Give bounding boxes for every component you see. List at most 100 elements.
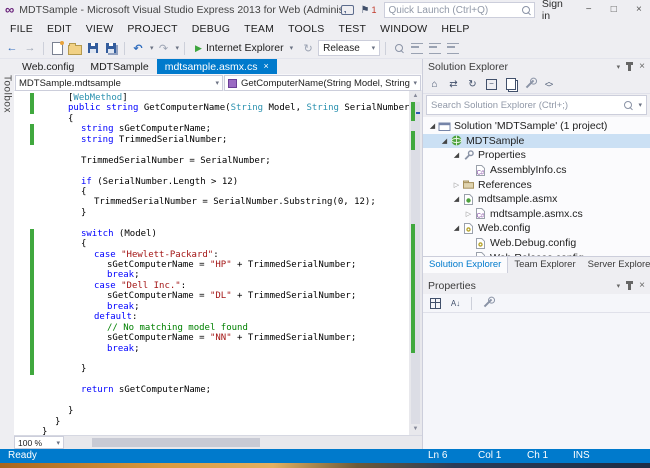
tree-item[interactable]: MDTSample bbox=[423, 134, 650, 149]
expander-icon[interactable] bbox=[439, 137, 450, 145]
code-line[interactable]: sGetComputerName = "HP" + TrimmedSerialN… bbox=[14, 260, 409, 270]
code-line[interactable] bbox=[14, 145, 409, 155]
code-line[interactable]: } bbox=[14, 406, 409, 416]
code-line[interactable]: string TrimmedSerialNumber; bbox=[14, 135, 409, 145]
menu-item-test[interactable]: TEST bbox=[331, 21, 373, 37]
property-pages-icon[interactable] bbox=[480, 296, 495, 311]
find-icon[interactable] bbox=[391, 40, 407, 56]
sync-icon[interactable]: ⇄ bbox=[446, 77, 461, 92]
menu-item-view[interactable]: VIEW bbox=[79, 21, 121, 37]
code-line[interactable]: switch (Model) bbox=[14, 229, 409, 239]
redo-dropdown-icon[interactable]: ▾ bbox=[176, 44, 180, 52]
tree-item[interactable]: Web.config bbox=[423, 221, 650, 236]
menu-item-team[interactable]: TEAM bbox=[237, 21, 281, 37]
code-lines[interactable]: [WebMethod]public string GetComputerName… bbox=[14, 91, 409, 435]
editor-vertical-scrollbar[interactable]: ▲ ▼ bbox=[409, 91, 422, 435]
tree-item[interactable]: mdtsample.asmx bbox=[423, 192, 650, 207]
run-target-dropdown-icon[interactable]: ▾ bbox=[290, 44, 294, 52]
close-tab-icon[interactable]: × bbox=[263, 62, 268, 71]
collapse-all-icon[interactable]: − bbox=[484, 77, 499, 92]
code-line[interactable]: { bbox=[14, 239, 409, 249]
save-all-icon[interactable] bbox=[103, 40, 119, 56]
undo-dropdown-icon[interactable]: ▾ bbox=[150, 44, 154, 52]
code-line[interactable] bbox=[14, 218, 409, 228]
editor-horizontal-scrollbar[interactable] bbox=[64, 436, 422, 449]
solution-explorer-search[interactable]: ▾ bbox=[426, 95, 647, 115]
code-line[interactable]: } bbox=[14, 417, 409, 427]
new-file-icon[interactable] bbox=[49, 40, 65, 56]
feedback-icon[interactable] bbox=[341, 5, 354, 15]
close-button[interactable]: × bbox=[630, 0, 648, 20]
scrollbar-track[interactable] bbox=[409, 102, 422, 424]
categorized-icon[interactable] bbox=[428, 296, 443, 311]
indent-icon[interactable] bbox=[445, 40, 461, 56]
code-line[interactable]: TrimmedSerialNumber = SerialNumber; bbox=[14, 156, 409, 166]
code-line[interactable]: break; bbox=[14, 302, 409, 312]
tree-item[interactable]: C#AssemblyInfo.cs bbox=[423, 163, 650, 178]
code-line[interactable]: break; bbox=[14, 270, 409, 280]
notifications-flag-icon[interactable]: ⚑1 bbox=[361, 5, 377, 16]
code-line[interactable]: } bbox=[14, 208, 409, 218]
code-line[interactable] bbox=[14, 166, 409, 176]
solution-explorer-search-input[interactable] bbox=[431, 100, 620, 111]
menu-item-help[interactable]: HELP bbox=[434, 21, 476, 37]
alphabetical-icon[interactable]: A↓ bbox=[448, 296, 463, 311]
open-file-icon[interactable] bbox=[67, 40, 83, 56]
tree-item[interactable]: C#mdtsample.asmx.cs bbox=[423, 207, 650, 222]
chevron-down-icon[interactable]: ▾ bbox=[638, 101, 642, 109]
uncomment-icon[interactable] bbox=[427, 40, 443, 56]
code-line[interactable]: case "Hewlett-Packard": bbox=[14, 250, 409, 260]
comment-icon[interactable] bbox=[409, 40, 425, 56]
doc-tab[interactable]: mdtsample.asmx.cs× bbox=[157, 59, 277, 74]
expander-icon[interactable] bbox=[451, 181, 462, 189]
toolbox-tab[interactable]: Toolbox bbox=[0, 59, 14, 449]
show-all-files-icon[interactable] bbox=[503, 77, 518, 92]
code-line[interactable]: { bbox=[14, 114, 409, 124]
home-icon[interactable]: ⌂ bbox=[427, 77, 442, 92]
tree-item[interactable]: Web.Debug.config bbox=[423, 236, 650, 251]
panel-tab-server-explorer[interactable]: Server Explorer bbox=[582, 257, 650, 273]
menu-item-tools[interactable]: TOOLS bbox=[281, 21, 331, 37]
minimize-button[interactable]: − bbox=[580, 0, 598, 20]
window-position-icon[interactable]: ▾ bbox=[617, 63, 621, 71]
window-position-icon[interactable]: ▾ bbox=[617, 282, 621, 290]
tree-item[interactable]: References bbox=[423, 177, 650, 192]
code-line[interactable]: TrimmedSerialNumber = SerialNumber.Subst… bbox=[14, 197, 409, 207]
menu-item-project[interactable]: PROJECT bbox=[120, 21, 184, 37]
code-line[interactable]: [WebMethod] bbox=[14, 93, 409, 103]
zoom-dropdown[interactable]: 100 % ▾ bbox=[14, 436, 64, 449]
code-line[interactable]: } bbox=[14, 427, 409, 435]
pin-icon[interactable] bbox=[628, 64, 631, 71]
menu-item-window[interactable]: WINDOW bbox=[373, 21, 434, 37]
navigate-back-icon[interactable]: ← bbox=[4, 40, 20, 56]
close-icon[interactable]: × bbox=[639, 62, 645, 72]
save-icon[interactable] bbox=[85, 40, 101, 56]
code-line[interactable]: sGetComputerName = "DL" + TrimmedSerialN… bbox=[14, 291, 409, 301]
code-line[interactable]: break; bbox=[14, 344, 409, 354]
members-dropdown[interactable]: GetComputerName(String Model, String Ser… bbox=[224, 75, 421, 91]
code-line[interactable]: if (SerialNumber.Length > 12) bbox=[14, 177, 409, 187]
code-line[interactable]: } bbox=[14, 364, 409, 374]
close-icon[interactable]: × bbox=[639, 281, 645, 291]
code-line[interactable]: return sGetComputerName; bbox=[14, 385, 409, 395]
code-line[interactable]: case "Dell Inc.": bbox=[14, 281, 409, 291]
quick-launch-input[interactable]: Quick Launch (Ctrl+Q) bbox=[384, 2, 535, 18]
refresh-icon[interactable]: ↻ bbox=[300, 40, 316, 56]
code-line[interactable]: string sGetComputerName; bbox=[14, 124, 409, 134]
refresh-icon[interactable]: ↻ bbox=[465, 77, 480, 92]
code-line[interactable]: public string GetComputerName(String Mod… bbox=[14, 103, 409, 113]
code-line[interactable]: sGetComputerName = "NN" + TrimmedSerialN… bbox=[14, 333, 409, 343]
tree-item[interactable]: Properties bbox=[423, 148, 650, 163]
undo-icon[interactable]: ↶ bbox=[130, 40, 146, 56]
menu-item-debug[interactable]: DEBUG bbox=[185, 21, 237, 37]
expander-icon[interactable] bbox=[451, 224, 462, 232]
pin-icon[interactable] bbox=[628, 283, 631, 290]
types-dropdown[interactable]: MDTSample.mdtsample ▾ bbox=[15, 75, 223, 91]
code-line[interactable] bbox=[14, 375, 409, 385]
code-line[interactable]: // No matching model found bbox=[14, 323, 409, 333]
code-line[interactable]: default: bbox=[14, 312, 409, 322]
expander-icon[interactable] bbox=[451, 151, 462, 159]
view-code-icon[interactable]: <> bbox=[541, 77, 556, 92]
expander-icon[interactable] bbox=[427, 122, 438, 130]
maximize-button[interactable]: □ bbox=[605, 0, 623, 20]
